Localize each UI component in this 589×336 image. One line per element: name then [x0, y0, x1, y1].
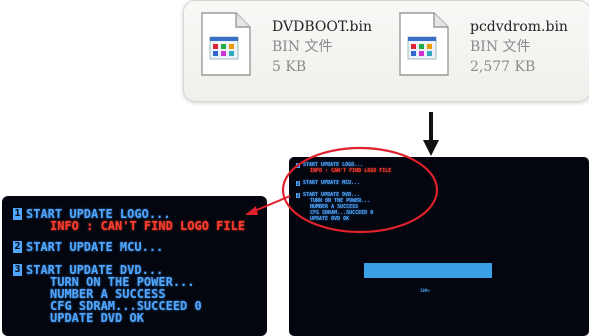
- bin-file-icon: [399, 12, 449, 76]
- console-line: START UPDATE MCU...: [303, 180, 361, 186]
- progress-bar: [364, 263, 492, 278]
- progress-percent: 100%: [420, 288, 430, 293]
- file-name: DVDBOOT.bin: [272, 19, 373, 35]
- console-line: UPDATE DVD OK: [310, 216, 350, 222]
- console-error-line: INFO : CAN'T FIND LOGO FILE: [310, 168, 392, 174]
- file-type: BIN 文件: [272, 39, 333, 55]
- console-error-line: INFO : CAN'T FIND LOGO FILE: [50, 219, 246, 233]
- step-number: 2: [296, 181, 300, 186]
- console-line: UPDATE DVD OK: [50, 311, 144, 325]
- console-line: START UPDATE MCU...: [26, 240, 164, 254]
- file-item-pcdvdrom[interactable]: pcdvdrom.bin BIN 文件 2,577 KB: [396, 7, 589, 95]
- step-number: 1: [296, 163, 300, 168]
- step-number: 1: [13, 208, 22, 220]
- bin-file-icon: [201, 12, 251, 76]
- file-size: 5 KB: [272, 59, 307, 75]
- step-number: 3: [296, 193, 300, 198]
- file-size: 2,577 KB: [470, 59, 536, 75]
- down-arrow-icon: [423, 112, 439, 156]
- console-screen: 1 START UPDATE LOGO... INFO : CAN'T FIND…: [289, 157, 589, 336]
- file-explorer-strip: DVDBOOT.bin BIN 文件 5 KB pcdvdrom.bin BIN…: [183, 0, 589, 102]
- step-number: 3: [13, 264, 22, 276]
- file-item-dvdboot[interactable]: DVDBOOT.bin BIN 文件 5 KB: [198, 7, 398, 95]
- console-zoom-panel: 1 START UPDATE LOGO... INFO : CAN'T FIND…: [2, 196, 267, 336]
- step-number: 2: [13, 241, 22, 253]
- file-name: pcdvdrom.bin: [470, 19, 568, 35]
- file-type: BIN 文件: [470, 39, 531, 55]
